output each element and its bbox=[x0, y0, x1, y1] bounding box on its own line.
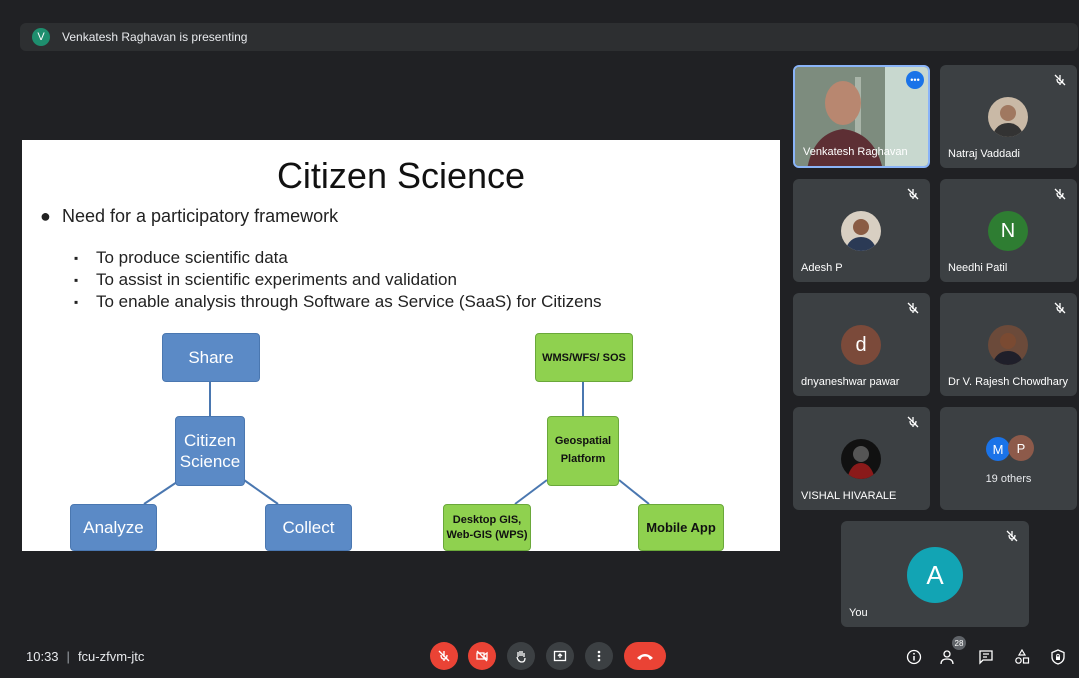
avatar bbox=[988, 325, 1028, 365]
camera-off-icon bbox=[476, 650, 488, 662]
participant-name: Venkatesh Raghavan bbox=[803, 146, 908, 158]
participant-name: Adesh P bbox=[801, 262, 843, 274]
participant-tile-vishal[interactable]: VISHAL HIVARALE bbox=[793, 407, 930, 510]
hand-icon bbox=[516, 651, 526, 663]
leave-call-button[interactable] bbox=[624, 642, 666, 670]
chat-icon bbox=[979, 650, 993, 665]
participant-name: Dr V. Rajesh Chowdhary bbox=[948, 376, 1069, 388]
participant-tile-venkatesh[interactable]: ••• Venkatesh Raghavan bbox=[793, 65, 930, 168]
mic-off-icon bbox=[1054, 74, 1066, 86]
mic-off-icon bbox=[1054, 302, 1066, 314]
analyze-box: Analyze bbox=[70, 504, 157, 551]
present-screen-icon bbox=[553, 650, 567, 662]
meeting-details-button[interactable] bbox=[904, 647, 924, 667]
presenting-text: Venkatesh Raghavan is presenting bbox=[62, 30, 248, 44]
participant-name: VISHAL HIVARALE bbox=[801, 490, 897, 502]
mic-off-icon bbox=[907, 188, 919, 200]
citizen-science-box: Citizen Science bbox=[175, 416, 245, 486]
participant-name: Natraj Vaddadi bbox=[948, 148, 1020, 160]
raise-hand-button[interactable] bbox=[507, 642, 535, 670]
participant-tile-rajesh[interactable]: Dr V. Rajesh Chowdhary bbox=[940, 293, 1077, 396]
avatar: N bbox=[988, 211, 1028, 251]
speaking-icon: ••• bbox=[906, 71, 924, 89]
mic-toggle-button[interactable] bbox=[430, 642, 458, 670]
avatar bbox=[841, 439, 881, 479]
participant-tile-needhi[interactable]: N Needhi Patil bbox=[940, 179, 1077, 282]
share-box: Share bbox=[162, 333, 260, 382]
avatar bbox=[988, 97, 1028, 137]
mic-off-icon bbox=[438, 650, 450, 662]
presentation-slide: Citizen Science ● Need for a participato… bbox=[22, 140, 780, 551]
geospatial-platform-box: Geospatial Platform bbox=[547, 416, 619, 486]
mobile-app-box: Mobile App bbox=[638, 504, 724, 551]
participant-tile-adesh[interactable]: Adesh P bbox=[793, 179, 930, 282]
avatar: M bbox=[986, 437, 1010, 461]
mic-off-icon bbox=[907, 416, 919, 428]
desktop-gis-box: Desktop GIS, Web-GIS (WPS) bbox=[443, 504, 531, 551]
clock-time: 10:33 bbox=[26, 649, 59, 664]
activities-button[interactable] bbox=[1012, 647, 1032, 667]
self-tile[interactable]: A You bbox=[841, 521, 1029, 627]
shield-lock-icon bbox=[1051, 649, 1065, 665]
chat-button[interactable] bbox=[976, 647, 996, 667]
collect-box: Collect bbox=[265, 504, 352, 551]
meeting-code[interactable]: fcu-zfvm-jtc bbox=[78, 649, 144, 664]
participant-name: You bbox=[849, 607, 868, 619]
participant-name: dnyaneshwar pawar bbox=[801, 376, 900, 388]
avatar: P bbox=[1008, 435, 1034, 461]
avatar bbox=[841, 211, 881, 251]
activities-shapes-icon bbox=[1015, 649, 1030, 664]
camera-toggle-button[interactable] bbox=[468, 642, 496, 670]
people-button[interactable] bbox=[939, 647, 959, 667]
people-count-badge: 28 bbox=[952, 636, 966, 650]
more-vert-icon bbox=[597, 650, 601, 662]
presenter-avatar: V bbox=[32, 28, 50, 46]
participant-tile-natraj[interactable]: Natraj Vaddadi bbox=[940, 65, 1077, 168]
diagram-connectors bbox=[143, 382, 650, 505]
meeting-details: 10:33 | fcu-zfvm-jtc bbox=[26, 649, 144, 664]
presenting-banner: V Venkatesh Raghavan is presenting bbox=[20, 23, 1078, 51]
separator: | bbox=[66, 649, 70, 664]
host-controls-button[interactable] bbox=[1048, 647, 1068, 667]
mic-off-icon bbox=[1054, 188, 1066, 200]
participant-name: Needhi Patil bbox=[948, 262, 1008, 274]
participant-tile-dnyaneshwar[interactable]: d dnyaneshwar pawar bbox=[793, 293, 930, 396]
more-options-button[interactable] bbox=[585, 642, 613, 670]
people-icon bbox=[940, 650, 954, 665]
participant-tile-others[interactable]: M P 19 others bbox=[940, 407, 1077, 510]
others-count: 19 others bbox=[985, 473, 1032, 485]
avatar: A bbox=[907, 547, 963, 603]
wms-wfs-sos-box: WMS/WFS/ SOS bbox=[535, 333, 633, 382]
mic-off-icon bbox=[1006, 530, 1018, 542]
avatar: d bbox=[841, 325, 881, 365]
mic-off-icon bbox=[907, 302, 919, 314]
info-icon bbox=[906, 649, 922, 665]
hang-up-icon bbox=[637, 654, 653, 660]
present-button[interactable] bbox=[546, 642, 574, 670]
